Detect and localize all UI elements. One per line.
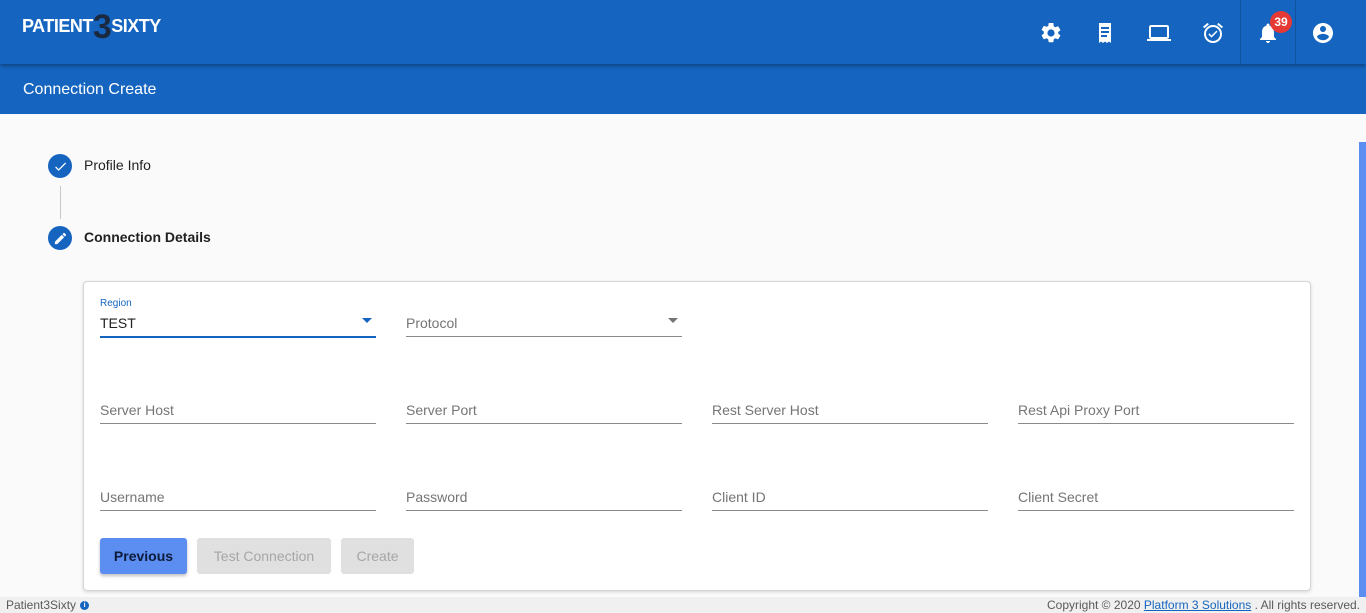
- rest-api-proxy-port-field[interactable]: Rest Api Proxy Port: [1018, 384, 1294, 424]
- protocol-select[interactable]: Protocol: [406, 297, 682, 337]
- step-label-connection-details[interactable]: Connection Details: [84, 229, 211, 245]
- page-header: Connection Create: [0, 64, 1366, 114]
- protocol-placeholder: Protocol: [406, 315, 458, 331]
- step-connector: [60, 186, 61, 219]
- rest-server-host-field[interactable]: Rest Server Host: [712, 384, 988, 424]
- rest-server-host-placeholder: Rest Server Host: [712, 402, 819, 418]
- client-id-field[interactable]: Client ID: [712, 471, 988, 511]
- create-button: Create: [341, 538, 414, 574]
- username-field[interactable]: Username: [100, 471, 376, 511]
- alarm-check-icon[interactable]: [1200, 20, 1226, 46]
- logo-three: 3: [92, 8, 112, 46]
- scrollbar[interactable]: [1359, 142, 1366, 597]
- settings-icon[interactable]: [1038, 20, 1064, 46]
- logo-text-right: SIXTY: [111, 16, 161, 36]
- notification-badge[interactable]: 39: [1270, 11, 1292, 33]
- test-connection-button: Test Connection: [197, 538, 331, 574]
- step-done-icon[interactable]: [48, 154, 72, 178]
- client-secret-field[interactable]: Client Secret: [1018, 471, 1294, 511]
- rest-api-proxy-port-placeholder: Rest Api Proxy Port: [1018, 402, 1140, 418]
- server-port-field[interactable]: Server Port: [406, 384, 682, 424]
- app-logo[interactable]: PATIENT 3 SIXTY: [22, 8, 161, 52]
- step-edit-icon[interactable]: [48, 226, 72, 250]
- server-port-placeholder: Server Port: [406, 402, 477, 418]
- region-label: Region: [100, 298, 132, 309]
- header-divider: [1295, 0, 1296, 64]
- footer-company-link[interactable]: Platform 3 Solutions: [1144, 598, 1251, 612]
- region-value: TEST: [100, 315, 136, 331]
- server-host-field[interactable]: Server Host: [100, 384, 376, 424]
- footer-copyright: Copyright © 2020: [1046, 598, 1141, 612]
- footer-app-name: Patient3Sixty: [6, 598, 77, 612]
- info-icon[interactable]: i: [80, 600, 90, 610]
- region-select[interactable]: Region TEST: [100, 298, 376, 338]
- dropdown-arrow-icon: [668, 318, 678, 323]
- password-field[interactable]: Password: [406, 471, 682, 511]
- page-title: Connection Create: [23, 81, 157, 98]
- logo-text-left: PATIENT: [22, 16, 93, 36]
- dropdown-arrow-icon: [362, 318, 372, 323]
- header-divider: [1240, 0, 1241, 64]
- account-circle-icon[interactable]: [1310, 20, 1336, 46]
- previous-button[interactable]: Previous: [100, 538, 187, 574]
- server-host-placeholder: Server Host: [100, 402, 174, 418]
- step-label-profile-info[interactable]: Profile Info: [84, 157, 151, 173]
- footer: Patient3Sixty i Copyright © 2020 Platfor…: [0, 597, 1366, 613]
- client-id-placeholder: Client ID: [712, 489, 766, 505]
- top-app-bar: PATIENT 3 SIXTY: [0, 0, 1366, 64]
- username-placeholder: Username: [100, 489, 165, 505]
- receipt-icon[interactable]: [1092, 20, 1118, 46]
- password-placeholder: Password: [406, 489, 468, 505]
- footer-rights: . All rights reserved.: [1254, 598, 1360, 612]
- laptop-icon[interactable]: [1146, 20, 1172, 46]
- client-secret-placeholder: Client Secret: [1018, 489, 1099, 505]
